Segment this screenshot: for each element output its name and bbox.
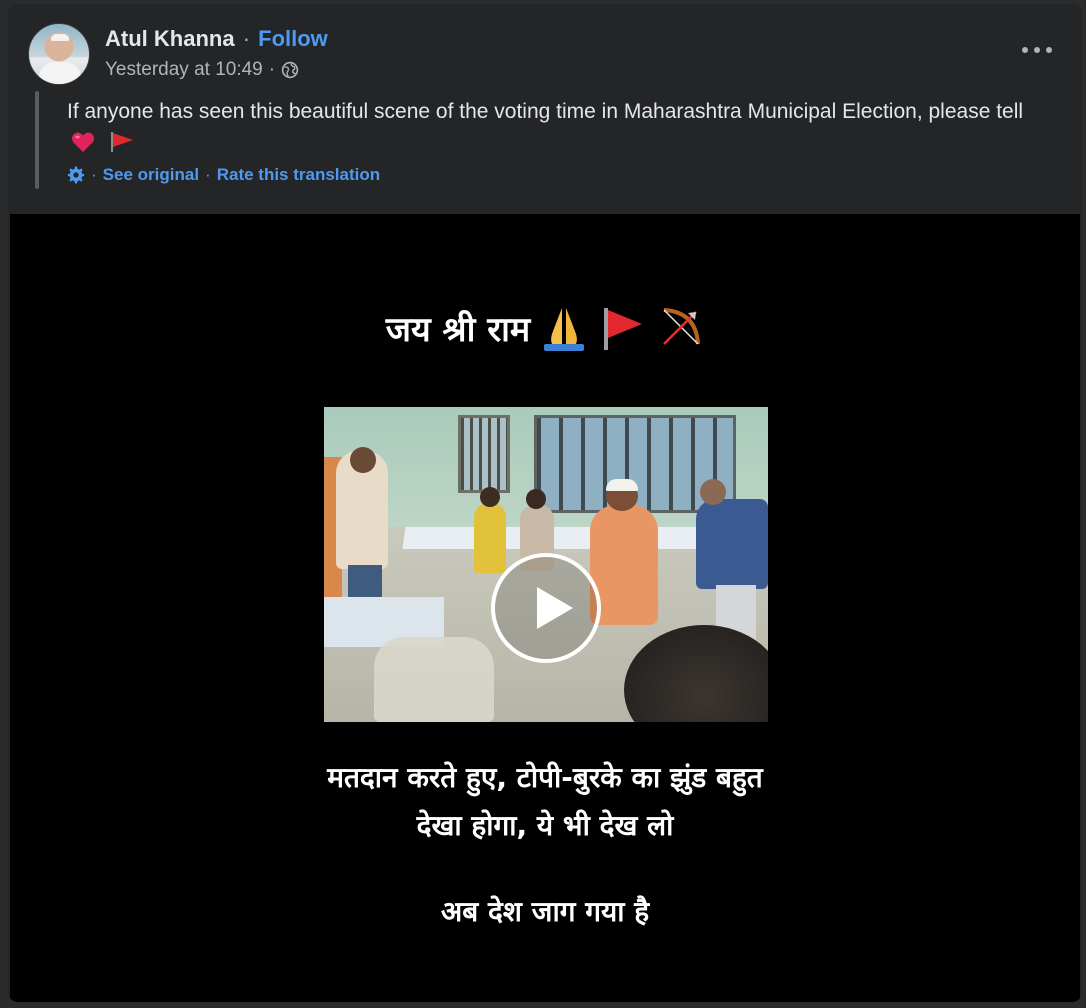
bow-and-arrow-emoji: [663, 308, 701, 345]
timestamp[interactable]: Yesterday at 10:49: [105, 59, 263, 81]
post-header: Atul Khanna · Follow Yesterday at 10:49 …: [8, 4, 1082, 214]
bottom-caption-line: देखा होगा, ये भी देख लो: [416, 809, 674, 842]
rate-translation-link[interactable]: Rate this translation: [217, 165, 380, 185]
red-flag-emoji: [604, 308, 643, 350]
thumb-person-head: [526, 489, 546, 509]
thumb-person: [696, 499, 768, 589]
thumb-person-head: [700, 479, 726, 505]
video-thumbnail[interactable]: [324, 407, 768, 722]
thumb-chair: [374, 637, 494, 722]
avatar-cap: [51, 34, 69, 41]
post-text-body: If anyone has seen this beautiful scene …: [67, 100, 1024, 123]
post-text: If anyone has seen this beautiful scene …: [67, 96, 1027, 158]
more-dot: [1046, 47, 1052, 53]
name-separator: ·: [242, 26, 251, 51]
gear-icon[interactable]: [67, 166, 85, 184]
author-row: Atul Khanna · Follow: [105, 26, 328, 52]
video-player[interactable]: जय श्री राम मतदान करते हुए, टोपी-बुरके क…: [10, 214, 1080, 1002]
see-original-link[interactable]: See original: [103, 165, 199, 185]
translation-quote-bar: [35, 91, 39, 189]
more-options-icon[interactable]: [1022, 38, 1052, 62]
follow-button[interactable]: Follow: [258, 26, 328, 51]
play-icon[interactable]: [491, 553, 601, 663]
avatar[interactable]: [28, 23, 90, 85]
thumb-person-cap: [606, 479, 638, 491]
translation-row: · See original · Rate this translation: [67, 165, 380, 185]
post-card: Atul Khanna · Follow Yesterday at 10:49 …: [8, 4, 1082, 1002]
globe-icon[interactable]: [281, 61, 299, 79]
thumb-person-head: [350, 447, 376, 473]
avatar-body: [39, 62, 81, 84]
video-top-caption: जय श्री राम: [10, 304, 1080, 352]
thumb-person: [474, 503, 506, 573]
more-dot: [1022, 47, 1028, 53]
meta-separator: ·: [268, 59, 276, 80]
video-bottom-caption: मतदान करते हुए, टोपी-बुरके का झुंड बहुत …: [10, 754, 1080, 930]
author-name[interactable]: Atul Khanna: [105, 26, 235, 51]
translation-separator: ·: [91, 165, 97, 184]
translation-separator: ·: [205, 165, 211, 184]
top-caption-text: जय श्री राम: [385, 310, 531, 350]
bottom-caption-line: मतदान करते हुए, टोपी-बुरके का झुंड बहुत: [327, 761, 763, 794]
red-flag-emoji: [110, 132, 133, 152]
folded-hands-emoji: [544, 308, 585, 351]
bottom-caption-line: अब देश जाग गया है: [440, 895, 650, 928]
thumb-table: [402, 527, 726, 549]
heart-emoji: [71, 132, 95, 152]
thumb-person-head: [480, 487, 500, 507]
post-meta: Yesterday at 10:49 ·: [105, 59, 299, 81]
thumb-window: [458, 415, 510, 493]
more-dot: [1034, 47, 1040, 53]
